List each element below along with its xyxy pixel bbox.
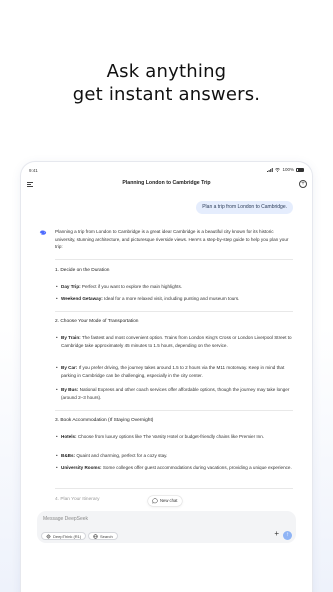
status-time: 9:41 [29, 168, 38, 173]
phone-screen: 9:41 100% Planning London to Cambridge T… [21, 162, 312, 592]
item-label: Hotels: [61, 434, 77, 439]
deepthink-label: DeepThink (R1) [53, 533, 82, 539]
message-input[interactable]: Message DeepSeek [43, 516, 88, 522]
deepseek-whale-icon [39, 230, 47, 235]
battery-icon [296, 167, 304, 172]
globe-icon [93, 533, 98, 539]
user-message-bubble: Plan a trip from London to Cambridge. [196, 201, 293, 214]
item-text: Quaint and charming, perfect for a cozy … [75, 453, 168, 458]
item-text: Choose from luxury options like The Vars… [76, 434, 265, 439]
search-label: Search [100, 533, 113, 539]
item-label: University Rooms: [61, 465, 102, 470]
hero-line-1: Ask anything [106, 61, 227, 82]
deepthink-toggle[interactable]: DeepThink (R1) [41, 532, 87, 540]
item-label: B&Bs: [61, 453, 76, 458]
chat-title: Planning London to Cambridge Trip [122, 180, 211, 186]
list-item: University Rooms: Some colleges offer gu… [56, 464, 293, 472]
list-item: By Car: If you prefer driving, the journ… [56, 364, 293, 379]
new-chat-icon[interactable]: + [299, 180, 307, 188]
divider [55, 410, 293, 411]
atom-icon [46, 533, 51, 539]
hero-line-2: get instant answers. [72, 84, 261, 105]
battery-percent: 100% [282, 167, 294, 172]
section-title: 3. Book Accommodation (If Staying Overni… [55, 418, 154, 423]
list-item: Day Trip: Perfect if you want to explore… [56, 283, 293, 291]
divider [55, 259, 293, 260]
new-chat-button[interactable]: New chat [148, 496, 183, 506]
status-bar: 9:41 100% [21, 162, 312, 178]
item-text: Some colleges offer guest accommodations… [101, 465, 292, 470]
divider [55, 488, 293, 489]
new-chat-label: New chat [160, 498, 178, 503]
wifi-icon [275, 167, 281, 172]
item-text: The fastest and most convenient option. … [61, 335, 292, 348]
list-item: By Train: The fastest and most convenien… [56, 334, 293, 349]
item-label: By Bus: [61, 387, 79, 392]
section-title: 2. Choose Your Mode of Transportation [55, 319, 139, 324]
chat-header: Planning London to Cambridge Trip + [21, 178, 312, 192]
search-toggle[interactable]: Search [88, 532, 118, 540]
list-item: Hotels: Choose from luxury options like … [56, 433, 293, 441]
chat-bubble-icon [152, 498, 158, 504]
item-label: Weekend Getaway: [61, 296, 103, 301]
attach-plus-icon[interactable]: + [274, 530, 279, 538]
item-label: By Car: [61, 365, 78, 370]
item-text: Ideal for a more relaxed visit, includin… [102, 296, 240, 301]
item-text: If you prefer driving, the journey takes… [61, 365, 285, 378]
assistant-intro: Planning a trip from London to Cambridge… [55, 229, 289, 249]
list-item: B&Bs: Quaint and charming, perfect for a… [56, 452, 293, 460]
list-item: Weekend Getaway: Ideal for a more relaxe… [56, 295, 293, 303]
send-arrow-icon[interactable]: ↑ [283, 531, 292, 540]
item-text: Perfect if you want to explore the main … [80, 284, 183, 289]
divider [55, 311, 293, 312]
section-title: 1. Decide on the Duration [55, 268, 110, 273]
item-label: Day Trip: [61, 284, 81, 289]
hero-headline: Ask anything get instant answers. [0, 60, 333, 106]
status-icons: 100% [267, 167, 304, 172]
signal-icon [267, 167, 274, 172]
list-item: By Bus: National Express and other coach… [56, 386, 293, 401]
message-composer[interactable]: Message DeepSeek DeepThink (R1) Search +… [37, 511, 296, 543]
item-label: By Train: [61, 335, 81, 340]
section-title: 4. Plan Your Itinerary [55, 497, 100, 502]
item-text: National Express and other coach service… [61, 387, 290, 400]
